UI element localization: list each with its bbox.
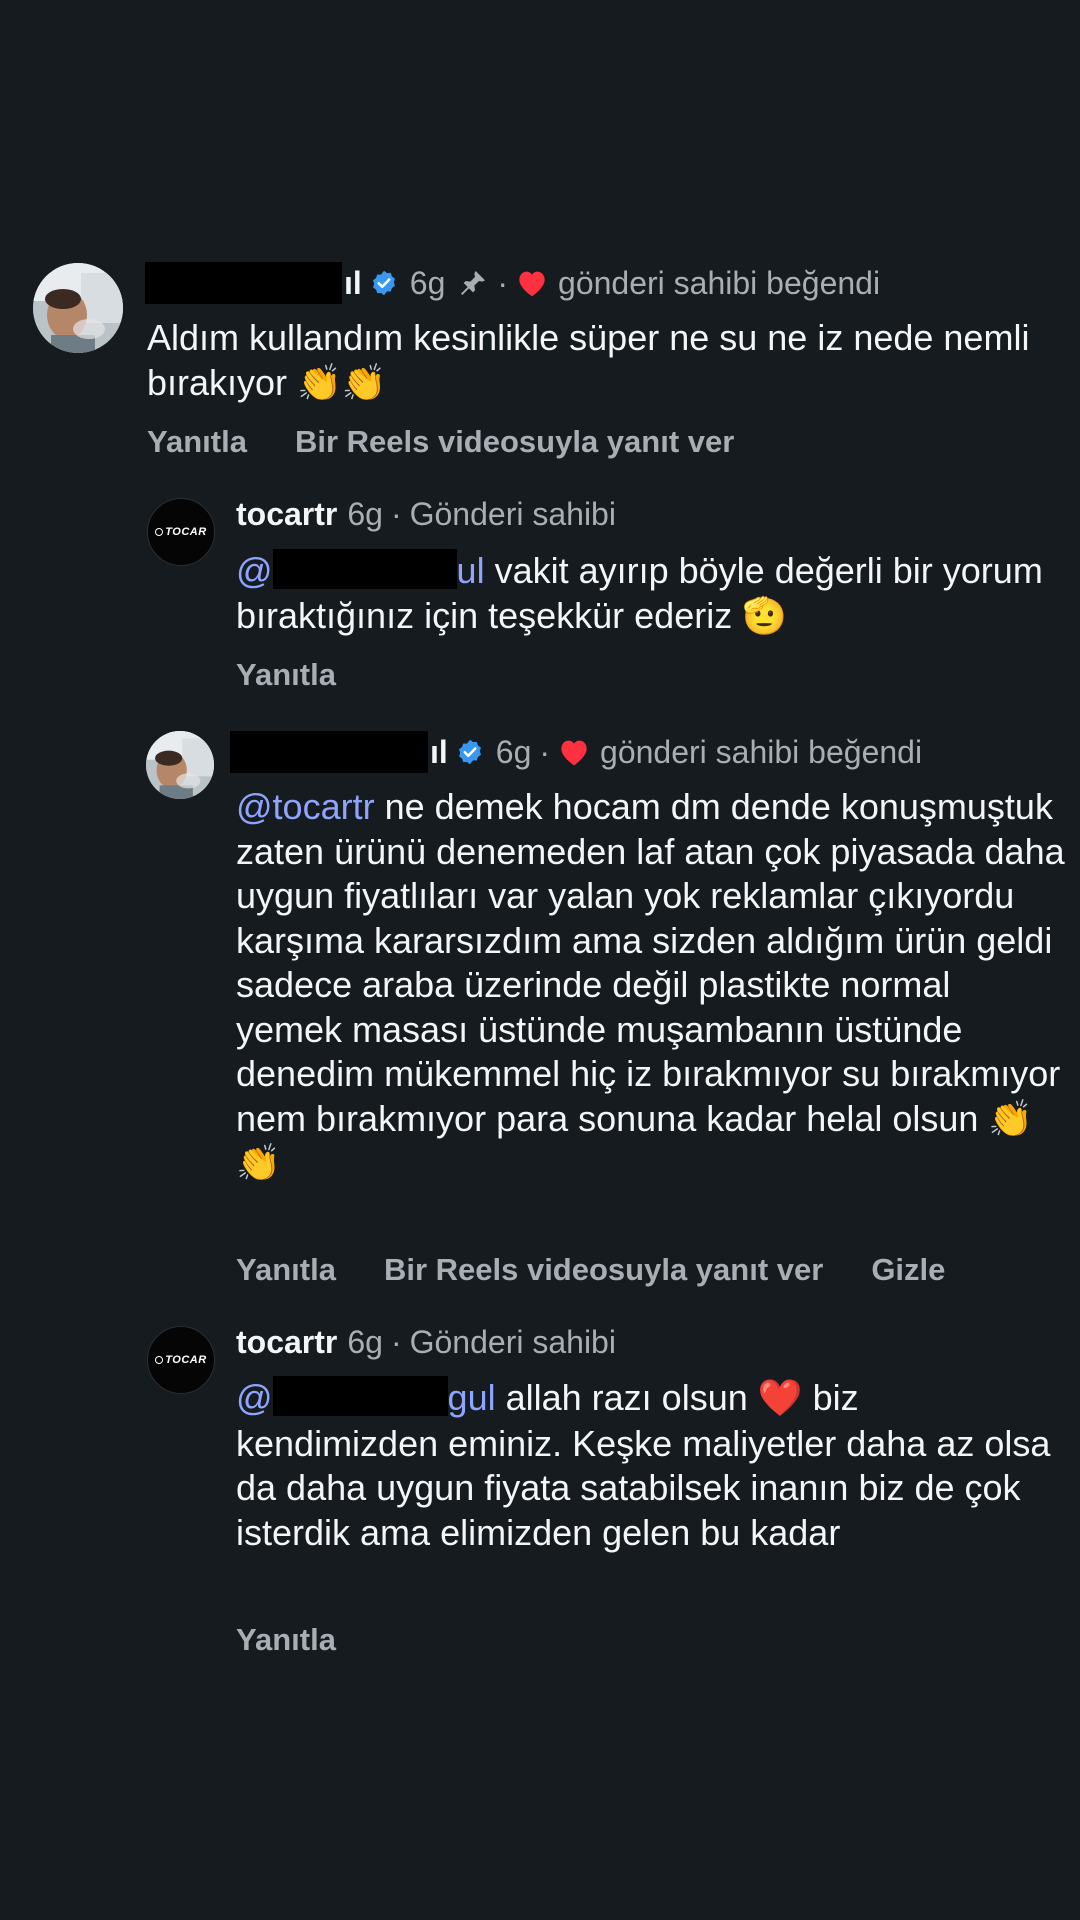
username[interactable]: tocartr [236,1324,337,1361]
comment-time: 6g [347,496,383,532]
author-badge: Gönderi sahibi [409,496,616,532]
comment-body: ne demek hocam dm dende konuşmuştuk zate… [236,786,1065,1183]
comment-body-part-1: allah razı olsun [495,1377,758,1418]
comment-actions: Yanıtla [236,657,336,693]
comment-text: @ ul vakit ayırıp böyle değerli bir yorum… [236,549,1056,638]
comment-header: tocartr 6g · Gönderi sahibi [236,496,616,533]
reply-button[interactable]: Yanıtla [236,657,336,693]
username[interactable]: ıl [344,265,362,302]
author-badge: Gönderi sahibi [409,1324,616,1360]
username[interactable]: ıl [430,734,448,771]
brand-avatar[interactable]: TOCAR [147,1326,215,1394]
comment-header: ıl 6g · gönderi sahibi beğendi [230,731,922,773]
comment-time: 6g [347,1324,383,1360]
comment-header: tocartr 6g · Gönderi sahibi [236,1324,616,1361]
redacted-username [272,549,457,589]
brand-avatar[interactable]: TOCAR [147,498,215,566]
comment-text: @tocartr ne demek hocam dm dende konuşmu… [236,785,1066,1186]
mention-link[interactable]: @ ul [236,549,485,591]
reels-reply-button[interactable]: Bir Reels videosuyla yanıt ver [295,424,734,460]
heart-icon [519,271,545,297]
logo-ring-icon [155,1356,164,1364]
mention-suffix: ul [456,550,485,591]
reply-button[interactable]: Yanıtla [236,1622,336,1658]
comment-actions: Yanıtla Bir Reels videosuyla yanıt ver [147,424,734,460]
comment-actions: Yanıtla Bir Reels videosuyla yanıt ver G… [236,1252,945,1288]
heart-emoji: ❤️ [757,1378,803,1419]
separator-dot: · [497,264,509,301]
liked-by-author-label: gönderi sahibi beğendi [600,733,923,770]
redacted-username [230,731,428,773]
comment-time: 6g [409,264,446,301]
comment-header: ıl 6g · gönderi sahibi beğendi [145,262,880,304]
logo-ring-icon [155,528,164,536]
heart-icon [561,740,587,766]
commenter-avatar[interactable] [146,731,214,799]
reels-reply-button[interactable]: Bir Reels videosuyla yanıt ver [384,1252,823,1288]
redacted-username [145,262,342,304]
comment-text: Aldım kullandım kesinlikle süper ne su n… [147,317,1030,403]
comment-time: 6g [495,733,532,770]
separator-dot: · [539,733,551,770]
verified-badge-icon [458,739,481,765]
redacted-username [272,1376,448,1416]
mention-suffix: gul [447,1377,496,1418]
username[interactable]: tocartr [236,496,337,533]
hide-button[interactable]: Gizle [871,1252,945,1288]
mention-prefix: @ [236,1377,273,1418]
separator-dot: · [390,1324,402,1360]
pin-icon [461,271,486,295]
brand-logo-text: TOCAR [165,526,207,538]
reply-button[interactable]: Yanıtla [147,424,247,460]
comment-text: @ gul allah razı olsun ❤️ biz kendimizden… [236,1376,1056,1555]
profile-photo [146,731,214,799]
liked-by-author-label: gönderi sahibi beğendi [558,264,881,301]
commenter-avatar[interactable] [33,263,123,353]
comments-screen: { "comments": [ { "username_suffix": "ıl… [0,0,1080,1920]
reply-button[interactable]: Yanıtla [236,1252,336,1288]
brand-logo: TOCAR [155,526,206,538]
brand-logo-text: TOCAR [165,1354,207,1366]
brand-logo: TOCAR [155,1354,206,1366]
profile-photo [33,263,123,353]
mention-link[interactable]: @tocartr [236,786,375,827]
comment-actions: Yanıtla [236,1622,336,1658]
verified-badge-icon [372,270,395,296]
mention-link[interactable]: @ gul [236,1376,496,1418]
separator-dot: · [390,496,402,532]
